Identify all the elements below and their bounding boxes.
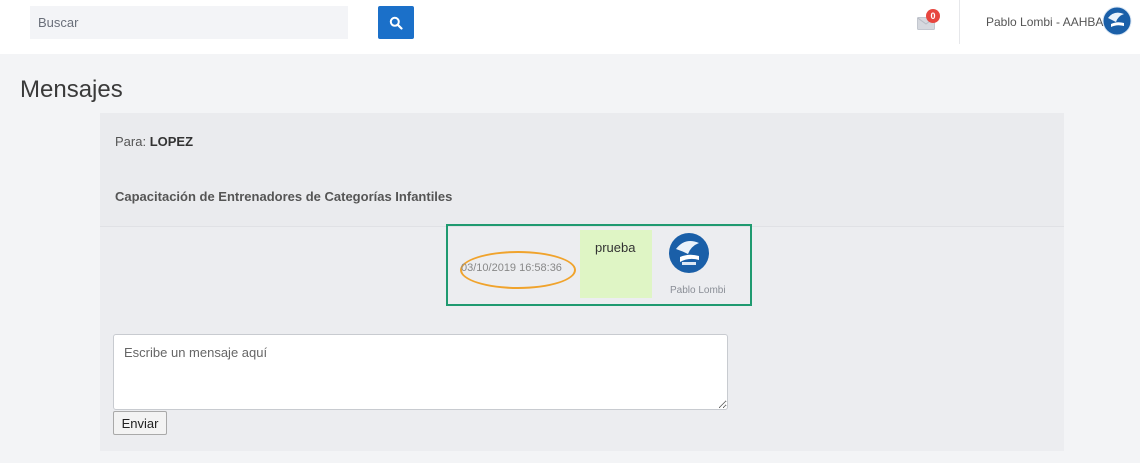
conversation-subject: Capacitación de Entrenadores de Categorí…: [115, 189, 453, 204]
unread-badge: 0: [926, 9, 940, 23]
recipient-label: Para:: [115, 134, 147, 149]
page-title: Mensajes: [20, 76, 123, 103]
sender-name: Pablo Lombi: [670, 285, 726, 296]
search-input[interactable]: [30, 6, 348, 39]
messages-button[interactable]: 0: [917, 9, 941, 32]
message-bubble: prueba: [580, 230, 652, 298]
top-navbar: 0 Pablo Lombi - AAHBA: [0, 0, 1140, 54]
message-input[interactable]: [113, 334, 728, 410]
conversation-header: Para: LOPEZ Capacitación de Entrenadores…: [100, 113, 1064, 227]
user-avatar[interactable]: [1102, 6, 1132, 36]
search-icon: [389, 16, 403, 30]
user-name[interactable]: Pablo Lombi - AAHBA: [986, 15, 1103, 29]
conversation-panel: Para: LOPEZ Capacitación de Entrenadores…: [100, 113, 1064, 451]
send-button[interactable]: Enviar: [113, 411, 167, 435]
message-text: prueba: [595, 240, 636, 255]
sender-avatar: [669, 233, 709, 273]
recipient-line: Para: LOPEZ: [115, 134, 193, 149]
message-highlight-box: 03/10/2019 16:58:36 prueba Pablo Lombi: [446, 224, 752, 306]
recipient-name: LOPEZ: [149, 134, 194, 149]
search-bar: [30, 6, 414, 39]
message-timestamp: 03/10/2019 16:58:36: [461, 262, 562, 274]
navbar-divider: [959, 0, 960, 44]
search-button[interactable]: [378, 6, 414, 39]
